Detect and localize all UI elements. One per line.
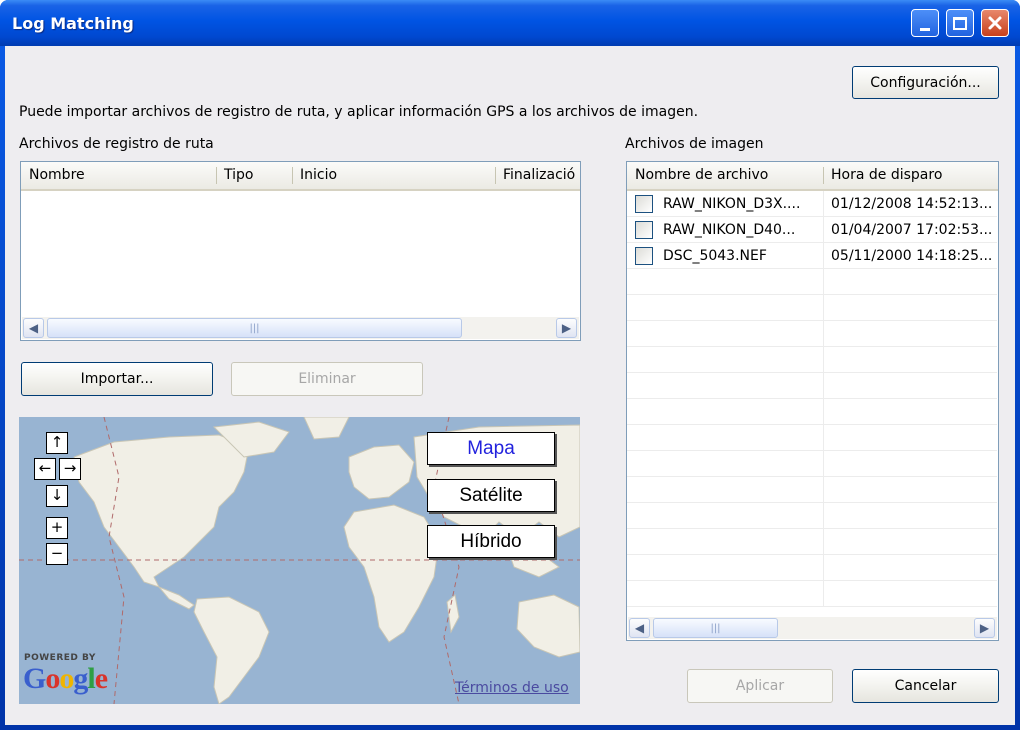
scroll-grip-icon: |||	[710, 622, 721, 634]
images-list[interactable]: Nombre de archivo Hora de disparo RAW_NI…	[626, 161, 999, 641]
logs-label: Archivos de registro de ruta	[19, 136, 214, 152]
apply-button[interactable]: Aplicar	[687, 669, 833, 703]
column-header-name[interactable]: Nombre	[21, 162, 216, 189]
dialog-client-area: Configuración... Puede importar archivos…	[5, 46, 1015, 725]
title-bar[interactable]: Log Matching	[0, 0, 1020, 46]
image-filename: RAW_NIKON_D3X....	[663, 196, 801, 212]
images-label: Archivos de imagen	[625, 136, 764, 152]
config-button[interactable]: Configuración...	[852, 66, 999, 99]
images-list-header: Nombre de archivo Hora de disparo	[627, 162, 998, 191]
column-header-shot-time[interactable]: Hora de disparo	[823, 162, 998, 189]
column-header-filename[interactable]: Nombre de archivo	[627, 162, 823, 189]
map-view[interactable]: ↑ ← → ↓ + − Mapa Satélite Híbrido POWERE…	[19, 417, 580, 704]
row-gridline	[627, 554, 997, 555]
pan-up-button[interactable]: ↑	[46, 432, 68, 454]
logs-hscrollbar[interactable]: ◀ ||| ▶	[22, 317, 579, 339]
log-matching-window: Log Matching Configuración... Puede impo…	[0, 0, 1020, 730]
row-gridline	[627, 372, 997, 373]
minimize-icon	[920, 27, 930, 31]
plus-icon: +	[50, 518, 64, 536]
row-gridline	[627, 424, 997, 425]
maximize-icon	[953, 16, 967, 30]
image-shot-time: 01/04/2007 17:02:53...	[831, 222, 993, 238]
row-gridline	[627, 476, 997, 477]
column-header-type[interactable]: Tipo	[216, 162, 292, 189]
scroll-right-button[interactable]: ▶	[556, 318, 577, 338]
cancel-button[interactable]: Cancelar	[852, 669, 999, 703]
map-type-satellite-button[interactable]: Satélite	[427, 479, 555, 512]
scroll-right-icon: ▶	[979, 621, 990, 635]
terms-of-use-link[interactable]: Términos de uso	[455, 680, 569, 696]
minus-icon: −	[50, 544, 64, 562]
images-scroll-right-button[interactable]: ▶	[974, 618, 995, 638]
image-filename: DSC_5043.NEF	[663, 248, 767, 264]
scroll-grip-icon: |||	[249, 322, 260, 334]
image-row[interactable]: RAW_NIKON_D3X.... 01/12/2008 14:52:13...	[627, 191, 997, 217]
map-type-hybrid-button[interactable]: Híbrido	[427, 525, 555, 558]
zoom-in-button[interactable]: +	[46, 517, 68, 539]
delete-button[interactable]: Eliminar	[231, 362, 423, 396]
scroll-right-icon: ▶	[561, 321, 572, 335]
image-row[interactable]: DSC_5043.NEF 05/11/2000 14:18:25...	[627, 243, 997, 269]
row-gridline	[627, 294, 997, 295]
pan-right-button[interactable]: →	[59, 458, 81, 480]
image-filename: RAW_NIKON_D40...	[663, 222, 796, 238]
window-title: Log Matching	[12, 14, 134, 33]
row-gridline	[627, 398, 997, 399]
google-logo: Google	[23, 662, 108, 695]
image-shot-time: 05/11/2000 14:18:25...	[831, 248, 993, 264]
import-button[interactable]: Importar...	[21, 362, 213, 396]
images-hscrollbar[interactable]: ◀ ||| ▶	[628, 617, 997, 639]
arrow-down-icon: ↓	[50, 486, 64, 504]
logs-list-header: Nombre Tipo Inicio Finalizació	[21, 162, 580, 191]
image-checkbox[interactable]	[635, 247, 653, 265]
scroll-left-icon: ◀	[28, 321, 39, 335]
arrow-up-icon: ↑	[50, 433, 64, 451]
image-checkbox[interactable]	[635, 195, 653, 213]
arrow-right-icon: →	[63, 459, 77, 477]
close-icon	[988, 16, 1002, 30]
row-gridline	[627, 528, 997, 529]
minimize-button[interactable]	[911, 9, 939, 37]
row-gridline	[627, 320, 997, 321]
image-shot-time: 01/12/2008 14:52:13...	[831, 196, 993, 212]
arrow-left-icon: ←	[38, 459, 52, 477]
row-gridline	[627, 450, 997, 451]
map-type-map-button[interactable]: Mapa	[427, 432, 555, 465]
scroll-left-icon: ◀	[634, 621, 645, 635]
column-header-start[interactable]: Inicio	[292, 162, 495, 189]
pan-down-button[interactable]: ↓	[46, 485, 68, 507]
row-gridline	[627, 346, 997, 347]
image-row[interactable]: RAW_NIKON_D40... 01/04/2007 17:02:53...	[627, 217, 997, 243]
zoom-out-button[interactable]: −	[46, 543, 68, 565]
row-gridline	[627, 606, 997, 607]
maximize-button[interactable]	[946, 9, 974, 37]
logs-list[interactable]: Nombre Tipo Inicio Finalizació ◀ ||| ▶	[20, 161, 581, 341]
row-gridline	[627, 580, 997, 581]
images-scroll-left-button[interactable]: ◀	[629, 618, 650, 638]
scroll-thumb[interactable]: |||	[47, 318, 462, 338]
scroll-left-button[interactable]: ◀	[23, 318, 44, 338]
close-button[interactable]	[981, 9, 1009, 37]
row-gridline	[627, 502, 997, 503]
image-checkbox[interactable]	[635, 221, 653, 239]
column-header-end[interactable]: Finalizació	[495, 162, 580, 189]
images-scroll-thumb[interactable]: |||	[653, 618, 778, 638]
pan-left-button[interactable]: ←	[34, 458, 56, 480]
description-text: Puede importar archivos de registro de r…	[19, 104, 699, 120]
